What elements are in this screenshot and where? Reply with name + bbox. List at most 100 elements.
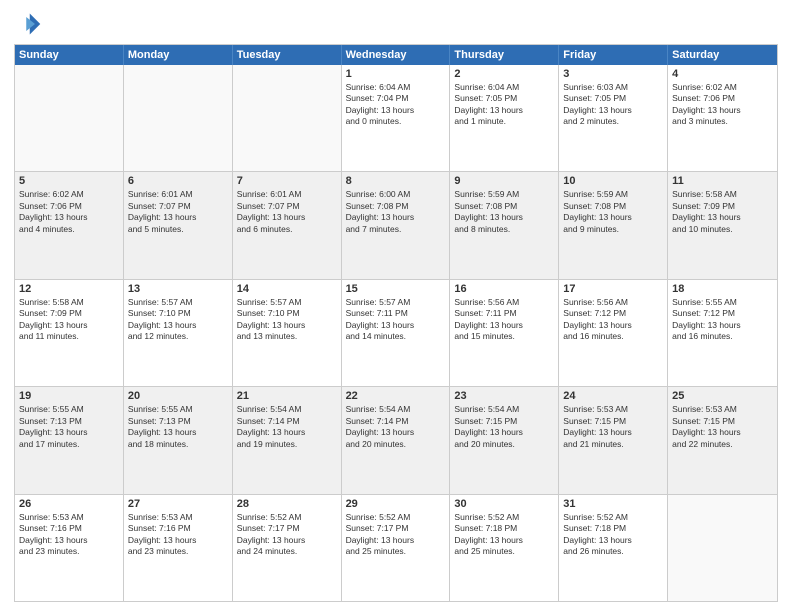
day-number: 19 — [19, 390, 119, 402]
day-info: Sunrise: 5:56 AM Sunset: 7:11 PM Dayligh… — [454, 297, 554, 343]
page: SundayMondayTuesdayWednesdayThursdayFrid… — [0, 0, 792, 612]
calendar-cell: 22 Sunrise: 5:54 AM Sunset: 7:14 PM Dayli… — [342, 387, 451, 493]
calendar-row-0: 1Sunrise: 6:04 AM Sunset: 7:04 PM Daylig… — [15, 65, 777, 172]
calendar-cell: 15Sunrise: 5:57 AM Sunset: 7:11 PM Dayli… — [342, 280, 451, 386]
calendar-row-4: 26 Sunrise: 5:53 AM Sunset: 7:16 PM Dayli… — [15, 495, 777, 601]
calendar-row-2: 12 Sunrise: 5:58 AM Sunset: 7:09 PM Dayli… — [15, 280, 777, 387]
calendar-cell: 5 Sunrise: 6:02 AM Sunset: 7:06 PM Daylig… — [15, 172, 124, 278]
calendar-cell — [15, 65, 124, 171]
calendar-cell: 17 Sunrise: 5:56 AM Sunset: 7:12 PM Dayli… — [559, 280, 668, 386]
day-number: 16 — [454, 283, 554, 295]
day-number: 3 — [563, 68, 663, 80]
day-number: 6 — [128, 175, 228, 187]
day-number: 24 — [563, 390, 663, 402]
logo — [14, 10, 46, 38]
day-info: Sunrise: 5:58 AM Sunset: 7:09 PM Dayligh… — [19, 297, 119, 343]
calendar-cell: 1Sunrise: 6:04 AM Sunset: 7:04 PM Daylig… — [342, 65, 451, 171]
day-number: 31 — [563, 498, 663, 510]
calendar-cell: 6Sunrise: 6:01 AM Sunset: 7:07 PM Daylig… — [124, 172, 233, 278]
day-number: 5 — [19, 175, 119, 187]
day-number: 12 — [19, 283, 119, 295]
day-info: Sunrise: 6:01 AM Sunset: 7:07 PM Dayligh… — [237, 189, 337, 235]
day-info: Sunrise: 5:55 AM Sunset: 7:13 PM Dayligh… — [19, 404, 119, 450]
weekday-header-monday: Monday — [124, 45, 233, 65]
calendar-cell: 11 Sunrise: 5:58 AM Sunset: 7:09 PM Dayli… — [668, 172, 777, 278]
calendar: SundayMondayTuesdayWednesdayThursdayFrid… — [14, 44, 778, 602]
logo-icon — [14, 10, 42, 38]
day-number: 7 — [237, 175, 337, 187]
weekday-header-wednesday: Wednesday — [342, 45, 451, 65]
calendar-cell: 23Sunrise: 5:54 AM Sunset: 7:15 PM Dayli… — [450, 387, 559, 493]
calendar-cell: 31 Sunrise: 5:52 AM Sunset: 7:18 PM Dayli… — [559, 495, 668, 601]
calendar-cell: 8 Sunrise: 6:00 AM Sunset: 7:08 PM Daylig… — [342, 172, 451, 278]
calendar-cell: 10 Sunrise: 5:59 AM Sunset: 7:08 PM Dayli… — [559, 172, 668, 278]
day-info: Sunrise: 5:57 AM Sunset: 7:11 PM Dayligh… — [346, 297, 446, 343]
day-info: Sunrise: 6:04 AM Sunset: 7:04 PM Dayligh… — [346, 82, 446, 128]
calendar-cell: 13Sunrise: 5:57 AM Sunset: 7:10 PM Dayli… — [124, 280, 233, 386]
day-number: 17 — [563, 283, 663, 295]
calendar-cell: 7 Sunrise: 6:01 AM Sunset: 7:07 PM Daylig… — [233, 172, 342, 278]
day-number: 22 — [346, 390, 446, 402]
day-info: Sunrise: 5:58 AM Sunset: 7:09 PM Dayligh… — [672, 189, 773, 235]
day-info: Sunrise: 5:57 AM Sunset: 7:10 PM Dayligh… — [237, 297, 337, 343]
day-info: Sunrise: 5:59 AM Sunset: 7:08 PM Dayligh… — [454, 189, 554, 235]
day-number: 8 — [346, 175, 446, 187]
day-number: 18 — [672, 283, 773, 295]
calendar-cell: 12 Sunrise: 5:58 AM Sunset: 7:09 PM Dayli… — [15, 280, 124, 386]
day-info: Sunrise: 5:53 AM Sunset: 7:16 PM Dayligh… — [128, 512, 228, 558]
calendar-cell: 2 Sunrise: 6:04 AM Sunset: 7:05 PM Daylig… — [450, 65, 559, 171]
calendar-cell: 14Sunrise: 5:57 AM Sunset: 7:10 PM Dayli… — [233, 280, 342, 386]
day-number: 27 — [128, 498, 228, 510]
calendar-cell: 28Sunrise: 5:52 AM Sunset: 7:17 PM Dayli… — [233, 495, 342, 601]
calendar-body: 1Sunrise: 6:04 AM Sunset: 7:04 PM Daylig… — [15, 65, 777, 601]
calendar-header: SundayMondayTuesdayWednesdayThursdayFrid… — [15, 45, 777, 65]
day-info: Sunrise: 6:02 AM Sunset: 7:06 PM Dayligh… — [672, 82, 773, 128]
day-number: 9 — [454, 175, 554, 187]
calendar-cell: 9 Sunrise: 5:59 AM Sunset: 7:08 PM Daylig… — [450, 172, 559, 278]
day-info: Sunrise: 6:02 AM Sunset: 7:06 PM Dayligh… — [19, 189, 119, 235]
calendar-cell: 27 Sunrise: 5:53 AM Sunset: 7:16 PM Dayli… — [124, 495, 233, 601]
day-info: Sunrise: 6:03 AM Sunset: 7:05 PM Dayligh… — [563, 82, 663, 128]
day-info: Sunrise: 6:04 AM Sunset: 7:05 PM Dayligh… — [454, 82, 554, 128]
day-info: Sunrise: 5:52 AM Sunset: 7:17 PM Dayligh… — [346, 512, 446, 558]
calendar-cell — [668, 495, 777, 601]
day-number: 26 — [19, 498, 119, 510]
weekday-header-friday: Friday — [559, 45, 668, 65]
calendar-cell: 18 Sunrise: 5:55 AM Sunset: 7:12 PM Dayli… — [668, 280, 777, 386]
day-info: Sunrise: 5:53 AM Sunset: 7:15 PM Dayligh… — [563, 404, 663, 450]
calendar-cell: 20Sunrise: 5:55 AM Sunset: 7:13 PM Dayli… — [124, 387, 233, 493]
day-info: Sunrise: 5:54 AM Sunset: 7:14 PM Dayligh… — [346, 404, 446, 450]
calendar-cell: 16 Sunrise: 5:56 AM Sunset: 7:11 PM Dayli… — [450, 280, 559, 386]
calendar-cell: 30 Sunrise: 5:52 AM Sunset: 7:18 PM Dayli… — [450, 495, 559, 601]
day-info: Sunrise: 6:00 AM Sunset: 7:08 PM Dayligh… — [346, 189, 446, 235]
calendar-cell — [124, 65, 233, 171]
header — [14, 10, 778, 38]
day-number: 23 — [454, 390, 554, 402]
day-number: 11 — [672, 175, 773, 187]
day-number: 2 — [454, 68, 554, 80]
calendar-cell: 21 Sunrise: 5:54 AM Sunset: 7:14 PM Dayli… — [233, 387, 342, 493]
calendar-cell: 4 Sunrise: 6:02 AM Sunset: 7:06 PM Daylig… — [668, 65, 777, 171]
day-number: 13 — [128, 283, 228, 295]
day-number: 21 — [237, 390, 337, 402]
calendar-cell: 24 Sunrise: 5:53 AM Sunset: 7:15 PM Dayli… — [559, 387, 668, 493]
day-number: 20 — [128, 390, 228, 402]
calendar-cell: 19 Sunrise: 5:55 AM Sunset: 7:13 PM Dayli… — [15, 387, 124, 493]
weekday-header-thursday: Thursday — [450, 45, 559, 65]
day-info: Sunrise: 5:52 AM Sunset: 7:18 PM Dayligh… — [563, 512, 663, 558]
calendar-cell: 3 Sunrise: 6:03 AM Sunset: 7:05 PM Daylig… — [559, 65, 668, 171]
day-info: Sunrise: 5:52 AM Sunset: 7:18 PM Dayligh… — [454, 512, 554, 558]
day-info: Sunrise: 5:53 AM Sunset: 7:15 PM Dayligh… — [672, 404, 773, 450]
calendar-cell: 26 Sunrise: 5:53 AM Sunset: 7:16 PM Dayli… — [15, 495, 124, 601]
day-number: 25 — [672, 390, 773, 402]
day-info: Sunrise: 5:59 AM Sunset: 7:08 PM Dayligh… — [563, 189, 663, 235]
day-info: Sunrise: 5:55 AM Sunset: 7:12 PM Dayligh… — [672, 297, 773, 343]
day-number: 10 — [563, 175, 663, 187]
day-info: Sunrise: 5:53 AM Sunset: 7:16 PM Dayligh… — [19, 512, 119, 558]
day-info: Sunrise: 5:54 AM Sunset: 7:14 PM Dayligh… — [237, 404, 337, 450]
calendar-cell: 25 Sunrise: 5:53 AM Sunset: 7:15 PM Dayli… — [668, 387, 777, 493]
day-info: Sunrise: 5:56 AM Sunset: 7:12 PM Dayligh… — [563, 297, 663, 343]
day-number: 30 — [454, 498, 554, 510]
weekday-header-tuesday: Tuesday — [233, 45, 342, 65]
day-number: 4 — [672, 68, 773, 80]
